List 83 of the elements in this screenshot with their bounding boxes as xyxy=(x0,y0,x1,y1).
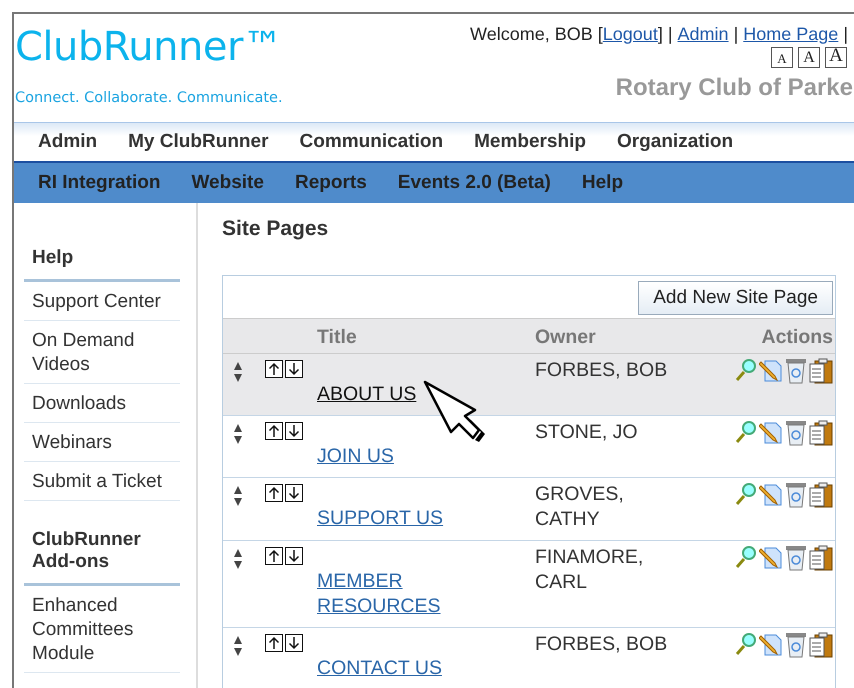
sidebar-link[interactable]: Support Center xyxy=(24,282,180,321)
owner-name: GROVES, CATHY xyxy=(535,483,624,530)
move-up-icon[interactable] xyxy=(265,484,283,502)
move-up-icon[interactable] xyxy=(265,634,283,652)
sidebar-link[interactable]: Enhanced Committees Module xyxy=(24,586,180,673)
bracket: [ xyxy=(598,24,603,45)
tagline: Connect. Collaborate. Communicate. xyxy=(15,90,284,106)
menu-item[interactable]: Membership xyxy=(474,131,586,153)
recycle-bin-icon[interactable] xyxy=(785,632,807,658)
edit-document-icon[interactable] xyxy=(759,545,783,569)
edit-document-icon[interactable] xyxy=(759,482,783,506)
move-up-icon[interactable] xyxy=(265,547,283,565)
clipboard-icon[interactable] xyxy=(809,632,833,658)
menu-item[interactable]: Reports xyxy=(294,172,367,194)
menu-item[interactable]: RI Integration xyxy=(38,172,160,194)
recycle-bin-icon[interactable] xyxy=(785,482,807,508)
recycle-bin-icon[interactable] xyxy=(785,420,807,446)
sidebar-link[interactable]: Webinars xyxy=(24,423,180,462)
header-link[interactable]: Admin xyxy=(678,24,729,45)
clipboard-icon[interactable] xyxy=(809,358,833,384)
header-link[interactable]: Logout xyxy=(602,24,658,45)
sidebar-link[interactable]: Submit a Ticket xyxy=(24,462,180,501)
clipboard-icon[interactable] xyxy=(809,420,833,446)
separator: | xyxy=(843,24,848,45)
page-heading: Site Pages xyxy=(222,217,330,241)
logo: ClubRunner™ xyxy=(15,23,284,72)
drag-handle-icon[interactable] xyxy=(233,548,243,570)
recycle-bin-icon[interactable] xyxy=(785,545,807,571)
edit-document-icon[interactable] xyxy=(759,420,783,444)
column-header: Actions xyxy=(761,325,833,350)
magnifier-icon[interactable] xyxy=(735,482,757,506)
clipboard-icon[interactable] xyxy=(809,482,833,508)
menu-item[interactable]: Communication xyxy=(300,131,444,153)
column-header: Title xyxy=(317,326,357,348)
sidebar-link[interactable]: On Demand Videos xyxy=(24,321,180,384)
clipboard-icon[interactable] xyxy=(809,545,833,571)
sidebar-link[interactable]: Downloads xyxy=(24,384,180,423)
separator: | xyxy=(668,24,673,45)
add-page-button[interactable]: Add New Site Page xyxy=(638,281,833,315)
move-up-icon[interactable] xyxy=(265,360,283,378)
move-down-icon[interactable] xyxy=(285,547,303,565)
sidebar-heading: ClubRunner Add-ons xyxy=(24,523,180,586)
separator: | xyxy=(734,24,738,45)
page-title-link[interactable]: JOIN US xyxy=(317,444,394,469)
drag-handle-icon[interactable] xyxy=(233,635,243,657)
move-down-icon[interactable] xyxy=(285,484,303,502)
move-down-icon[interactable] xyxy=(285,422,303,440)
menu-item[interactable]: Website xyxy=(191,172,264,194)
move-up-icon[interactable] xyxy=(265,422,283,440)
move-down-icon[interactable] xyxy=(285,360,303,378)
menu-item[interactable]: Events 2.0 (Beta) xyxy=(398,172,551,194)
magnifier-icon[interactable] xyxy=(735,358,757,382)
menu-item[interactable]: Organization xyxy=(616,131,734,153)
owner-name: STONE, JO xyxy=(535,421,638,443)
menu-item[interactable]: Help xyxy=(582,172,624,194)
page-title-link[interactable]: MEMBER RESOURCES xyxy=(317,569,465,619)
page-title-link[interactable]: SUPPORT US xyxy=(317,506,444,531)
page-title-link[interactable]: ABOUT US xyxy=(317,382,416,407)
owner-name: FORBES, BOB xyxy=(535,359,668,381)
owner-name: FINAMORE, CARL xyxy=(535,546,644,593)
edit-document-icon[interactable] xyxy=(759,358,783,382)
magnifier-icon[interactable] xyxy=(735,632,757,656)
drag-handle-icon[interactable] xyxy=(233,361,243,383)
edit-document-icon[interactable] xyxy=(759,632,783,656)
page-title-link[interactable]: CONTACT US xyxy=(317,656,442,681)
header-link[interactable]: Home Page xyxy=(743,24,838,45)
sidebar-heading: Help xyxy=(24,241,180,282)
welcome-text: Welcome, BOB xyxy=(470,24,593,45)
font-size-button[interactable]: A xyxy=(798,47,820,68)
magnifier-icon[interactable] xyxy=(735,420,757,444)
drag-handle-icon[interactable] xyxy=(233,485,243,507)
move-down-icon[interactable] xyxy=(285,634,303,652)
menu-item[interactable]: Admin xyxy=(38,131,98,153)
recycle-bin-icon[interactable] xyxy=(785,358,807,384)
magnifier-icon[interactable] xyxy=(735,545,757,569)
owner-name: FORBES, BOB xyxy=(535,633,668,655)
menu-item[interactable]: My ClubRunner xyxy=(128,131,268,153)
column-header: Owner xyxy=(535,326,596,348)
bracket: ] xyxy=(658,24,663,45)
font-size-button[interactable]: A xyxy=(825,47,847,68)
drag-handle-icon[interactable] xyxy=(233,423,243,445)
font-size-button[interactable]: A xyxy=(771,47,793,68)
club-name: Rotary Club of Parke xyxy=(616,74,853,102)
